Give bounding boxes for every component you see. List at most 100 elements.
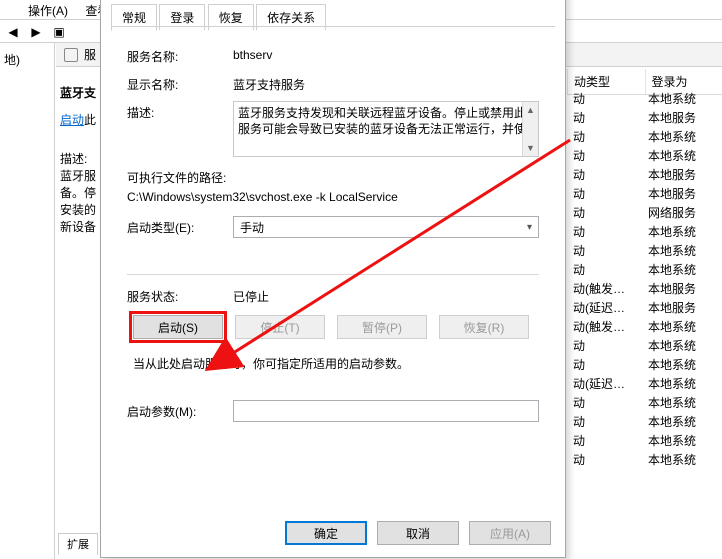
- table-row[interactable]: 动网络服务: [567, 203, 722, 222]
- description-textbox[interactable]: 蓝牙服务支持发现和关联远程蓝牙设备。停止或禁用此服务可能会导致已安装的蓝牙设备无…: [233, 101, 539, 157]
- display-name-value: 蓝牙支持服务: [233, 73, 539, 93]
- cell-logon: 本地服务: [642, 109, 722, 126]
- start-link-suffix: 此: [84, 113, 96, 127]
- bottom-tabs: 扩展: [58, 533, 97, 555]
- tab-divider: [111, 26, 555, 27]
- cancel-button[interactable]: 取消: [377, 521, 459, 545]
- cell-startup: 动: [567, 261, 642, 278]
- cell-logon: 本地系统: [642, 223, 722, 240]
- dialog-buttons: 确定 取消 应用(A): [285, 521, 551, 545]
- start-link[interactable]: 启动: [60, 113, 84, 127]
- description-text: 蓝牙服务支持发现和关联远程蓝牙设备。停止或禁用此服务可能会导致已安装的蓝牙设备无…: [238, 106, 526, 136]
- cell-startup: 动(触发…: [567, 280, 642, 297]
- cell-logon: 本地系统: [642, 413, 722, 430]
- stop-button: 停止(T): [235, 315, 325, 339]
- service-name-label: 服务名称:: [127, 45, 233, 65]
- table-row[interactable]: 动本地系统: [567, 89, 722, 108]
- table-row[interactable]: 动本地系统: [567, 450, 722, 469]
- cell-startup: 动: [567, 413, 642, 430]
- cell-startup: 动: [567, 204, 642, 221]
- description-label: 描述:: [127, 101, 233, 121]
- cell-logon: 本地系统: [642, 90, 722, 107]
- cell-logon: 本地系统: [642, 242, 722, 259]
- cell-startup: 动: [567, 242, 642, 259]
- separator: [127, 274, 539, 275]
- cell-logon: 本地服务: [642, 299, 722, 316]
- control-buttons: 启动(S) 停止(T) 暂停(P) 恢复(R): [133, 315, 539, 339]
- cell-logon: 本地系统: [642, 375, 722, 392]
- scroll-up-icon[interactable]: ▲: [523, 102, 538, 118]
- tab-strip: 常规 登录 恢复 依存关系: [111, 3, 555, 27]
- table-row[interactable]: 动本地系统: [567, 431, 722, 450]
- cell-logon: 本地系统: [642, 147, 722, 164]
- table-row[interactable]: 动本地服务: [567, 165, 722, 184]
- cell-logon: 本地服务: [642, 166, 722, 183]
- cell-startup: 动: [567, 166, 642, 183]
- exe-path-label: 可执行文件的路径:: [127, 169, 226, 186]
- cell-logon: 本地服务: [642, 185, 722, 202]
- table-row[interactable]: 动(触发…本地服务: [567, 279, 722, 298]
- display-name-label: 显示名称:: [127, 73, 233, 93]
- gear-icon: [64, 48, 78, 62]
- apply-button: 应用(A): [469, 521, 551, 545]
- cell-startup: 动: [567, 128, 642, 145]
- start-params-label: 启动参数(M):: [127, 400, 233, 420]
- cell-logon: 本地系统: [642, 261, 722, 278]
- table-row[interactable]: 动本地服务: [567, 184, 722, 203]
- start-button[interactable]: 启动(S): [133, 315, 223, 339]
- tab-extended[interactable]: 扩展: [58, 533, 98, 555]
- tree-item-local[interactable]: 地): [4, 51, 54, 68]
- start-params-input[interactable]: [233, 400, 539, 422]
- table-row[interactable]: 动本地系统: [567, 355, 722, 374]
- table-row[interactable]: 动(延迟…本地服务: [567, 298, 722, 317]
- cell-logon: 本地系统: [642, 451, 722, 468]
- table-row[interactable]: 动本地系统: [567, 260, 722, 279]
- cell-startup: 动: [567, 451, 642, 468]
- table-row[interactable]: 动本地系统: [567, 241, 722, 260]
- left-tree-pane: 地): [0, 43, 55, 559]
- services-pane-title: 服: [84, 46, 96, 63]
- cell-logon: 本地系统: [642, 394, 722, 411]
- table-row[interactable]: 动本地系统: [567, 222, 722, 241]
- cell-startup: 动: [567, 223, 642, 240]
- cell-startup: 动: [567, 109, 642, 126]
- menu-action[interactable]: 操作(A): [28, 4, 68, 18]
- table-row[interactable]: 动(延迟…本地系统: [567, 374, 722, 393]
- cell-logon: 本地服务: [642, 280, 722, 297]
- service-properties-dialog: 常规 登录 恢复 依存关系 服务名称: bthserv 显示名称: 蓝牙支持服务…: [100, 0, 566, 558]
- startup-type-value: 手动: [240, 219, 264, 236]
- table-row[interactable]: 动本地系统: [567, 146, 722, 165]
- table-row[interactable]: 动本地系统: [567, 393, 722, 412]
- ok-button[interactable]: 确定: [285, 521, 367, 545]
- toolbar-icon[interactable]: ▣: [48, 23, 70, 41]
- table-row[interactable]: 动本地系统: [567, 127, 722, 146]
- toolbar-icon[interactable]: ◀: [2, 23, 24, 41]
- cell-logon: 本地系统: [642, 432, 722, 449]
- cell-startup: 动: [567, 432, 642, 449]
- table-row[interactable]: 动本地系统: [567, 336, 722, 355]
- cell-startup: 动: [567, 356, 642, 373]
- cell-startup: 动: [567, 147, 642, 164]
- toolbar-icon[interactable]: ▶: [25, 23, 47, 41]
- cell-startup: 动: [567, 185, 642, 202]
- cell-startup: 动: [567, 90, 642, 107]
- services-list[interactable]: 动本地系统动本地服务动本地系统动本地系统动本地服务动本地服务动网络服务动本地系统…: [567, 89, 722, 469]
- cell-startup: 动(触发…: [567, 318, 642, 335]
- scrollbar[interactable]: ▲ ▼: [522, 102, 538, 156]
- table-row[interactable]: 动本地系统: [567, 412, 722, 431]
- cell-logon: 本地系统: [642, 128, 722, 145]
- pause-button: 暂停(P): [337, 315, 427, 339]
- startup-type-label: 启动类型(E):: [127, 216, 233, 236]
- cell-logon: 本地系统: [642, 318, 722, 335]
- table-row[interactable]: 动本地服务: [567, 108, 722, 127]
- cell-startup: 动: [567, 337, 642, 354]
- startup-type-combobox[interactable]: 手动: [233, 216, 539, 238]
- cell-startup: 动(延迟…: [567, 375, 642, 392]
- scroll-down-icon[interactable]: ▼: [523, 140, 538, 156]
- resume-button: 恢复(R): [439, 315, 529, 339]
- form-area: 服务名称: bthserv 显示名称: 蓝牙支持服务 描述: 蓝牙服务支持发现和…: [111, 37, 555, 509]
- service-name-value: bthserv: [233, 45, 539, 62]
- cell-logon: 网络服务: [642, 204, 722, 221]
- cell-logon: 本地系统: [642, 356, 722, 373]
- table-row[interactable]: 动(触发…本地系统: [567, 317, 722, 336]
